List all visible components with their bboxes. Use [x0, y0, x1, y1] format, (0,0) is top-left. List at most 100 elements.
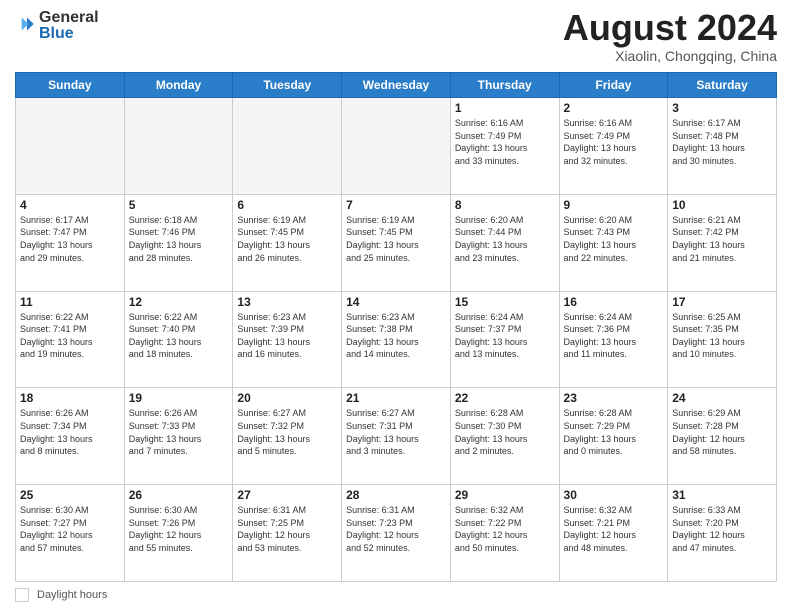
day-number: 23 [564, 391, 664, 405]
calendar-cell: 29Sunrise: 6:32 AM Sunset: 7:22 PM Dayli… [450, 485, 559, 582]
day-number: 10 [672, 198, 772, 212]
calendar-cell [233, 98, 342, 195]
calendar-header-friday: Friday [559, 73, 668, 98]
calendar-cell: 28Sunrise: 6:31 AM Sunset: 7:23 PM Dayli… [342, 485, 451, 582]
day-number: 17 [672, 295, 772, 309]
calendar-cell [16, 98, 125, 195]
calendar-cell [124, 98, 233, 195]
calendar-cell: 22 Sunrise: 6:28 AM Sunset: 7:30 PM Dayli… [450, 388, 559, 485]
calendar-header-tuesday: Tuesday [233, 73, 342, 98]
calendar-cell: 27 Sunrise: 6:31 AM Sunset: 7:25 PM Dayli… [233, 485, 342, 582]
day-number: 31 [672, 488, 772, 502]
logo-general: General [39, 10, 99, 26]
day-info: Sunrise: 6:16 AM Sunset: 7:49 PM Dayligh… [455, 117, 555, 167]
title-block: August 2024 Xiaolin, Chongqing, China [563, 10, 777, 64]
day-info: Sunrise: 6:28 AM Sunset: 7:29 PM Dayligh… [564, 407, 664, 457]
calendar-cell: 3 Sunrise: 6:17 AM Sunset: 7:48 PM Daylig… [668, 98, 777, 195]
calendar-cell: 9 Sunrise: 6:20 AM Sunset: 7:43 PM Daylig… [559, 194, 668, 291]
calendar-cell: 23 Sunrise: 6:28 AM Sunset: 7:29 PM Dayli… [559, 388, 668, 485]
calendar-cell: 8Sunrise: 6:20 AM Sunset: 7:44 PM Daylig… [450, 194, 559, 291]
day-info: Sunrise: 6:30 AM Sunset: 7:26 PM Dayligh… [129, 504, 229, 554]
calendar-cell: 10Sunrise: 6:21 AM Sunset: 7:42 PM Dayli… [668, 194, 777, 291]
page: General Blue August 2024 Xiaolin, Chongq… [0, 0, 792, 612]
day-info: Sunrise: 6:31 AM Sunset: 7:23 PM Dayligh… [346, 504, 446, 554]
calendar-cell: 26 Sunrise: 6:30 AM Sunset: 7:26 PM Dayli… [124, 485, 233, 582]
day-number: 18 [20, 391, 120, 405]
calendar-cell: 19Sunrise: 6:26 AM Sunset: 7:33 PM Dayli… [124, 388, 233, 485]
daylight-label: Daylight hours [37, 589, 107, 601]
day-number: 6 [237, 198, 337, 212]
day-number: 5 [129, 198, 229, 212]
calendar-week-row: 18 Sunrise: 6:26 AM Sunset: 7:34 PM Dayli… [16, 388, 777, 485]
day-info: Sunrise: 6:19 AM Sunset: 7:45 PM Dayligh… [346, 214, 446, 264]
calendar-cell: 15 Sunrise: 6:24 AM Sunset: 7:37 PM Dayli… [450, 291, 559, 388]
calendar-title: August 2024 [563, 10, 777, 46]
day-info: Sunrise: 6:32 AM Sunset: 7:22 PM Dayligh… [455, 504, 555, 554]
day-info: Sunrise: 6:22 AM Sunset: 7:41 PM Dayligh… [20, 311, 120, 361]
day-info: Sunrise: 6:22 AM Sunset: 7:40 PM Dayligh… [129, 311, 229, 361]
calendar-table: SundayMondayTuesdayWednesdayThursdayFrid… [15, 72, 777, 582]
calendar-cell [342, 98, 451, 195]
day-info: Sunrise: 6:20 AM Sunset: 7:43 PM Dayligh… [564, 214, 664, 264]
footer: Daylight hours [15, 588, 777, 602]
header: General Blue August 2024 Xiaolin, Chongq… [15, 10, 777, 64]
day-number: 24 [672, 391, 772, 405]
day-number: 7 [346, 198, 446, 212]
logo: General Blue [15, 10, 99, 42]
day-info: Sunrise: 6:27 AM Sunset: 7:32 PM Dayligh… [237, 407, 337, 457]
day-number: 4 [20, 198, 120, 212]
calendar-header-wednesday: Wednesday [342, 73, 451, 98]
day-number: 16 [564, 295, 664, 309]
day-number: 15 [455, 295, 555, 309]
calendar-header-thursday: Thursday [450, 73, 559, 98]
day-number: 13 [237, 295, 337, 309]
day-number: 25 [20, 488, 120, 502]
calendar-cell: 1 Sunrise: 6:16 AM Sunset: 7:49 PM Daylig… [450, 98, 559, 195]
day-number: 9 [564, 198, 664, 212]
calendar-header-monday: Monday [124, 73, 233, 98]
day-number: 20 [237, 391, 337, 405]
day-info: Sunrise: 6:26 AM Sunset: 7:33 PM Dayligh… [129, 407, 229, 457]
day-number: 26 [129, 488, 229, 502]
calendar-header-row: SundayMondayTuesdayWednesdayThursdayFrid… [16, 73, 777, 98]
calendar-cell: 20 Sunrise: 6:27 AM Sunset: 7:32 PM Dayli… [233, 388, 342, 485]
day-number: 21 [346, 391, 446, 405]
day-info: Sunrise: 6:29 AM Sunset: 7:28 PM Dayligh… [672, 407, 772, 457]
day-info: Sunrise: 6:30 AM Sunset: 7:27 PM Dayligh… [20, 504, 120, 554]
generalblue-icon [15, 14, 35, 34]
calendar-cell: 30Sunrise: 6:32 AM Sunset: 7:21 PM Dayli… [559, 485, 668, 582]
day-info: Sunrise: 6:31 AM Sunset: 7:25 PM Dayligh… [237, 504, 337, 554]
calendar-cell: 7 Sunrise: 6:19 AM Sunset: 7:45 PM Daylig… [342, 194, 451, 291]
day-number: 1 [455, 101, 555, 115]
day-number: 12 [129, 295, 229, 309]
day-info: Sunrise: 6:24 AM Sunset: 7:37 PM Dayligh… [455, 311, 555, 361]
day-number: 22 [455, 391, 555, 405]
day-info: Sunrise: 6:19 AM Sunset: 7:45 PM Dayligh… [237, 214, 337, 264]
calendar-cell: 25 Sunrise: 6:30 AM Sunset: 7:27 PM Dayli… [16, 485, 125, 582]
calendar-cell: 6 Sunrise: 6:19 AM Sunset: 7:45 PM Daylig… [233, 194, 342, 291]
day-info: Sunrise: 6:23 AM Sunset: 7:39 PM Dayligh… [237, 311, 337, 361]
day-info: Sunrise: 6:17 AM Sunset: 7:47 PM Dayligh… [20, 214, 120, 264]
day-info: Sunrise: 6:17 AM Sunset: 7:48 PM Dayligh… [672, 117, 772, 167]
calendar-cell: 24 Sunrise: 6:29 AM Sunset: 7:28 PM Dayli… [668, 388, 777, 485]
day-number: 30 [564, 488, 664, 502]
calendar-cell: 21Sunrise: 6:27 AM Sunset: 7:31 PM Dayli… [342, 388, 451, 485]
day-info: Sunrise: 6:25 AM Sunset: 7:35 PM Dayligh… [672, 311, 772, 361]
day-number: 11 [20, 295, 120, 309]
day-info: Sunrise: 6:16 AM Sunset: 7:49 PM Dayligh… [564, 117, 664, 167]
day-number: 2 [564, 101, 664, 115]
day-info: Sunrise: 6:26 AM Sunset: 7:34 PM Dayligh… [20, 407, 120, 457]
calendar-cell: 31 Sunrise: 6:33 AM Sunset: 7:20 PM Dayli… [668, 485, 777, 582]
calendar-cell: 17 Sunrise: 6:25 AM Sunset: 7:35 PM Dayli… [668, 291, 777, 388]
day-info: Sunrise: 6:33 AM Sunset: 7:20 PM Dayligh… [672, 504, 772, 554]
day-info: Sunrise: 6:28 AM Sunset: 7:30 PM Dayligh… [455, 407, 555, 457]
day-info: Sunrise: 6:20 AM Sunset: 7:44 PM Dayligh… [455, 214, 555, 264]
daylight-box [15, 588, 29, 602]
calendar-cell: 4 Sunrise: 6:17 AM Sunset: 7:47 PM Daylig… [16, 194, 125, 291]
calendar-week-row: 11 Sunrise: 6:22 AM Sunset: 7:41 PM Dayli… [16, 291, 777, 388]
day-number: 3 [672, 101, 772, 115]
calendar-cell: 18 Sunrise: 6:26 AM Sunset: 7:34 PM Dayli… [16, 388, 125, 485]
day-number: 27 [237, 488, 337, 502]
day-info: Sunrise: 6:18 AM Sunset: 7:46 PM Dayligh… [129, 214, 229, 264]
calendar-cell: 16Sunrise: 6:24 AM Sunset: 7:36 PM Dayli… [559, 291, 668, 388]
